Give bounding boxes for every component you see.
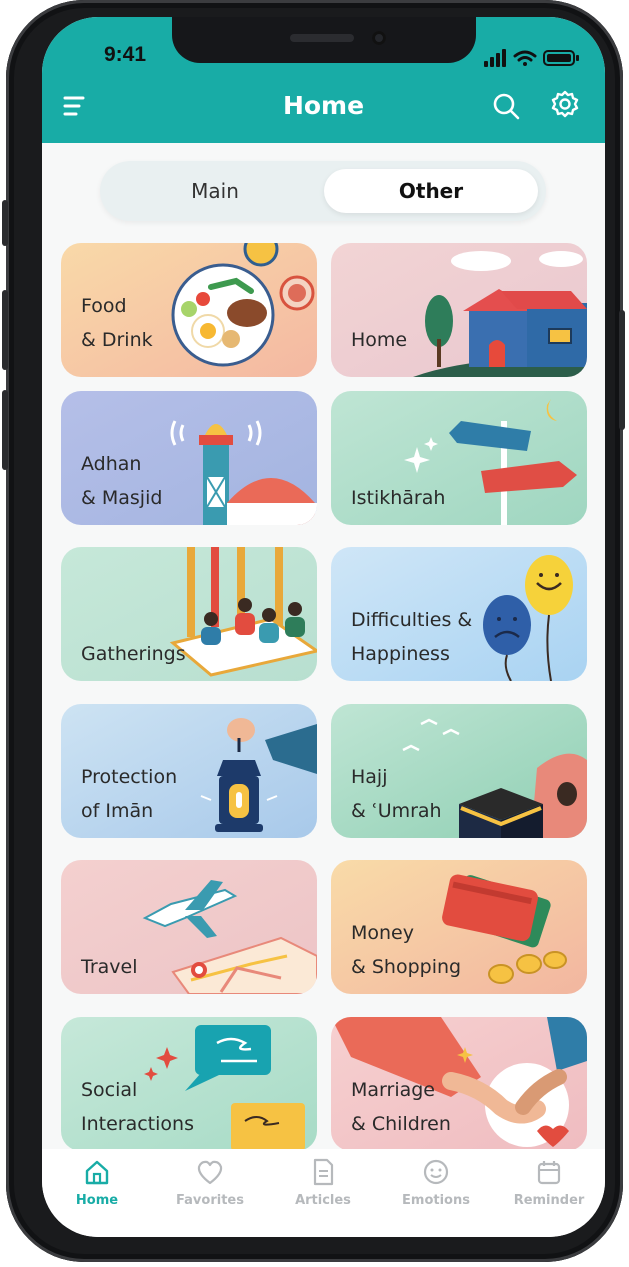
segment-main[interactable]: Main (108, 169, 322, 213)
status-icons (484, 49, 579, 67)
category-card-adhan-masjid[interactable]: Adhan & Masjid (61, 391, 317, 525)
segmented-control: Main Other (100, 161, 546, 221)
tab-articles[interactable]: Articles (273, 1157, 373, 1227)
category-label: Food & Drink (81, 295, 153, 351)
category-card-hajj-umrah[interactable]: Hajj & ʿUmrah (331, 704, 587, 838)
category-label: Marriage & Children (351, 1079, 451, 1135)
tab-label: Home (75, 1193, 119, 1208)
home-icon (85, 1160, 109, 1185)
calendar-icon (537, 1161, 561, 1185)
front-camera (372, 31, 386, 45)
volume-down-button (2, 390, 8, 470)
battery-icon (543, 50, 579, 66)
app-header: 9:41 Home (42, 17, 605, 143)
heart-icon (197, 1160, 223, 1185)
segment-other[interactable]: Other (324, 169, 538, 213)
notch (172, 17, 476, 63)
category-label: Home (351, 329, 408, 351)
tab-label: Articles (295, 1193, 351, 1208)
volume-up-button (2, 290, 8, 370)
category-card-money-shopping[interactable]: Money & Shopping (331, 860, 587, 994)
category-label: Travel (81, 956, 138, 978)
category-label: Adhan & Masjid (81, 453, 163, 509)
category-card-istikharah[interactable]: Istikhārah (331, 391, 587, 525)
category-label: Istikhārah (351, 487, 446, 509)
tab-emotions[interactable]: Emotions (386, 1157, 486, 1227)
tab-favorites[interactable]: Favorites (160, 1157, 260, 1227)
app-screen: 9:41 Home Main Other Food & Drink Home A… (42, 17, 605, 1237)
signal-icon (484, 49, 506, 67)
tab-reminder[interactable]: Reminder (499, 1157, 599, 1227)
tab-home[interactable]: Home (47, 1157, 147, 1227)
bottom-tab-bar: Home Favorites Articles Emotions Reminde… (42, 1149, 605, 1237)
mute-switch (2, 200, 8, 246)
category-label: Protection of Imān (81, 766, 178, 822)
smiley-icon (423, 1159, 449, 1185)
phone-frame: 9:41 Home Main Other Food & Drink Home A… (2, 0, 625, 1262)
gear-icon[interactable] (548, 89, 582, 123)
tab-label: Favorites (176, 1193, 244, 1208)
category-label: Social Interactions (81, 1079, 194, 1135)
category-label: Difficulties & Happiness (351, 609, 473, 665)
status-time: 9:41 (104, 43, 147, 66)
power-button (619, 310, 625, 430)
category-card-home[interactable]: Home (331, 243, 587, 377)
search-icon[interactable] (489, 89, 523, 123)
document-icon (313, 1158, 334, 1186)
category-label: Gatherings (81, 643, 186, 665)
category-label: Money & Shopping (351, 922, 462, 978)
category-card-food-drink[interactable]: Food & Drink (61, 243, 317, 377)
wifi-icon (513, 50, 537, 66)
category-card-difficulties-happiness[interactable]: Difficulties & Happiness (331, 547, 587, 681)
category-label: Hajj & ʿUmrah (351, 766, 442, 822)
speaker (290, 34, 354, 42)
category-card-protection-iman[interactable]: Protection of Imān (61, 704, 317, 838)
category-card-social-interactions[interactable]: Social Interactions (61, 1017, 317, 1151)
category-card-travel[interactable]: Travel (61, 860, 317, 994)
category-card-marriage-children[interactable]: Marriage & Children (331, 1017, 587, 1151)
tab-label: Reminder (513, 1193, 585, 1208)
category-card-gatherings[interactable]: Gatherings (61, 547, 317, 681)
category-grid: Food & Drink Home Adhan & Masjid Istikhā… (61, 243, 587, 1153)
tab-label: Emotions (402, 1193, 470, 1208)
